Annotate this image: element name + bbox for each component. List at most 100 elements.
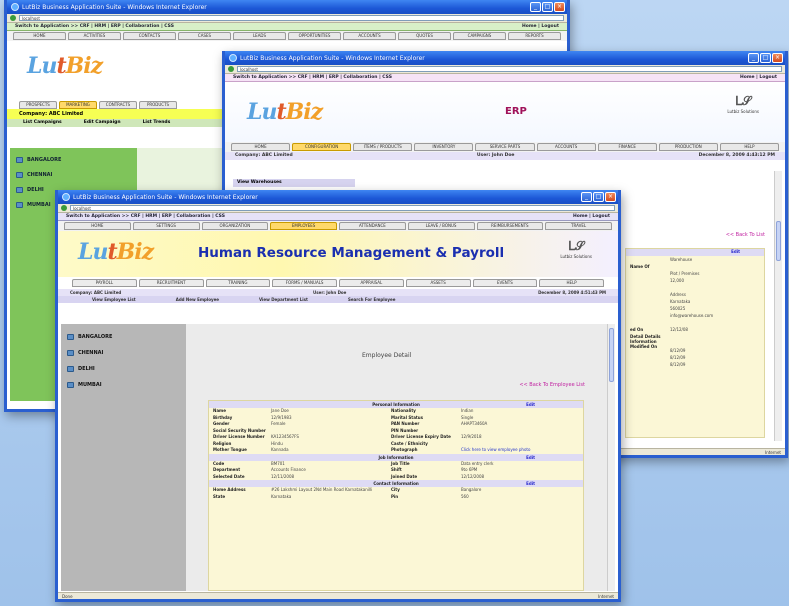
view-department-list-link[interactable]: View Department List xyxy=(259,297,308,302)
crm-tab[interactable]: LEADS xyxy=(233,32,286,40)
hrm-home-logout[interactable]: Home | Logout xyxy=(573,214,610,219)
erp-title-bar[interactable]: LutBiz Business Application Suite - Wind… xyxy=(225,51,785,65)
hrm-scroll-thumb[interactable] xyxy=(609,328,614,382)
erp-url-input[interactable]: localhost xyxy=(237,66,782,72)
back-to-employee-list-link[interactable]: << Back To Employee List xyxy=(519,382,585,388)
hrm-sub-tab[interactable]: EVENTS xyxy=(472,279,538,287)
hrm-scrollbar[interactable] xyxy=(607,324,615,591)
erp-tab[interactable]: PRODUCTION xyxy=(658,143,718,151)
crm-tab[interactable]: CONTACTS xyxy=(123,32,176,40)
edit-job-link[interactable]: Edit xyxy=(526,455,535,460)
minimize-button[interactable]: _ xyxy=(530,2,541,12)
erp-app-switch-bar: Switch to Application >> CRF | HRM | ERP… xyxy=(225,74,785,82)
close-button[interactable]: × xyxy=(554,2,565,12)
hrm-tab[interactable]: TRAVEL xyxy=(545,222,612,230)
search-employee-link[interactable]: Search For Employee xyxy=(348,297,395,302)
crm-subtab-active[interactable]: MARKETING xyxy=(59,101,97,109)
erp-tab[interactable]: ACCOUNTS xyxy=(536,143,596,151)
hrm-sub-tab[interactable]: PAYROLL xyxy=(72,279,137,287)
erp-home-logout[interactable]: Home | Logout xyxy=(740,75,777,80)
back-arrow-icon[interactable] xyxy=(61,205,67,211)
hrm-url-input[interactable]: localhost xyxy=(70,205,615,211)
erp-tab[interactable]: SERVICE PARTS xyxy=(475,143,535,151)
crm-home-logout[interactable]: Home | Logout xyxy=(522,24,559,29)
erp-tab[interactable]: INVENTORY xyxy=(414,143,474,151)
hrm-app-switch[interactable]: Switch to Application >> CRF | HRM | ERP… xyxy=(66,214,225,219)
crm-tab[interactable]: CASES xyxy=(178,32,231,40)
hrm-tab[interactable]: SETTINGS xyxy=(132,222,200,230)
hrm-sub-tab[interactable]: ASSETS xyxy=(405,279,471,287)
hrm-sub-tab[interactable]: TRAINING xyxy=(205,279,271,287)
erp-status-zone: Internet xyxy=(765,449,781,455)
maximize-button[interactable]: □ xyxy=(593,192,604,202)
edit-personal-link[interactable]: Edit xyxy=(526,402,535,407)
erp-back-to-list-link[interactable]: << Back To List xyxy=(726,232,765,238)
erp-side-header[interactable]: View Warehouses xyxy=(233,179,355,187)
crm-url-input[interactable]: localhost xyxy=(19,15,564,21)
crm-tab[interactable]: CAMPAIGNS xyxy=(453,32,506,40)
section-header-personal: Personal Information Edit xyxy=(209,401,583,408)
maximize-button[interactable]: □ xyxy=(542,2,553,12)
hrm-tab-active[interactable]: EMPLOYEES xyxy=(270,222,337,230)
folder-icon xyxy=(67,366,74,372)
ie-icon xyxy=(229,54,237,62)
crm-subtab[interactable]: CONTRACTS xyxy=(99,101,137,109)
corp-logo: ᒪ𝒮 Lutbiz Solutions xyxy=(727,94,759,114)
crm-subtab[interactable]: PRODUCTS xyxy=(139,101,177,109)
list-trends-link[interactable]: List Trends xyxy=(143,120,171,126)
maximize-button[interactable]: □ xyxy=(760,53,771,63)
erp-app-switch[interactable]: Switch to Application >> CRF | HRM | ERP… xyxy=(233,75,392,80)
erp-tab[interactable]: HOME xyxy=(231,143,291,151)
sidebar-item-chennai[interactable]: CHENNAI xyxy=(61,340,186,356)
crm-app-switch[interactable]: Switch to Application >> CRF | HRM | ERP… xyxy=(15,24,174,29)
hrm-title-bar[interactable]: LutBiz Business Application Suite - Wind… xyxy=(58,190,618,204)
hrm-sub-tab[interactable]: FORMS / MANUALS xyxy=(272,279,337,287)
erp-tab[interactable]: HELP xyxy=(719,143,779,151)
list-campaigns-link[interactable]: List Campaigns xyxy=(23,120,62,126)
crm-subtab[interactable]: PROSPECTS xyxy=(19,101,57,109)
hrm-sub-tab[interactable]: APPRAISAL xyxy=(339,279,404,287)
crm-tab[interactable]: ACTIVITIES xyxy=(68,32,121,40)
erp-row: Address xyxy=(670,292,686,297)
add-new-employee-link[interactable]: Add New Employee xyxy=(176,297,219,302)
erp-edit-link[interactable]: Edit xyxy=(626,249,764,256)
crm-tab[interactable]: QUOTES xyxy=(398,32,451,40)
view-photo-link[interactable]: Click here to view employee photo xyxy=(461,447,579,452)
hrm-tab[interactable]: LEAVE / BONUS xyxy=(407,222,475,230)
view-employee-list-link[interactable]: View Employee List xyxy=(92,297,136,302)
erp-company: Company: ABC Limited xyxy=(235,153,293,158)
erp-scroll-thumb[interactable] xyxy=(776,221,781,261)
erp-scrollbar[interactable] xyxy=(774,171,782,441)
hrm-tab[interactable]: REIMBURSEMENTS xyxy=(476,222,544,230)
sidebar-item-mumbai[interactable]: MUMBAI xyxy=(61,372,186,388)
erp-detail-panel: Edit Warehouse Name Of Plot / Premises 1… xyxy=(625,248,765,438)
edit-contact-link[interactable]: Edit xyxy=(526,481,535,486)
close-button[interactable]: × xyxy=(605,192,616,202)
crm-tab[interactable]: HOME xyxy=(13,32,66,40)
hrm-browser-window[interactable]: LutBiz Business Application Suite - Wind… xyxy=(55,190,621,602)
minimize-button[interactable]: _ xyxy=(581,192,592,202)
erp-tab[interactable]: ITEMS / PRODUCTS xyxy=(353,143,413,151)
sidebar-item-delhi[interactable]: DELHI xyxy=(61,356,186,372)
erp-tab-active[interactable]: CONFIGURATION xyxy=(292,143,352,151)
erp-row: 8/12/09 xyxy=(670,355,686,360)
erp-tab[interactable]: FINANCE xyxy=(597,143,657,151)
back-arrow-icon[interactable] xyxy=(228,66,234,72)
back-arrow-icon[interactable] xyxy=(10,15,16,21)
corp-logo: ᒪ𝒮 Lutbiz Solutions xyxy=(560,239,592,259)
hrm-tab[interactable]: HOME xyxy=(64,222,131,230)
sidebar-item-chennai[interactable]: CHENNAI xyxy=(10,163,137,178)
minimize-button[interactable]: _ xyxy=(748,53,759,63)
hrm-tab[interactable]: ATTENDANCE xyxy=(339,222,406,230)
edit-campaign-link[interactable]: Edit Campaign xyxy=(84,120,121,126)
crm-title-bar[interactable]: LutBiz Business Application Suite - Wind… xyxy=(7,0,567,14)
sidebar-item-bangalore[interactable]: BANGALORE xyxy=(61,324,186,340)
crm-tab[interactable]: REPORTS xyxy=(508,32,561,40)
crm-tab[interactable]: ACCOUNTS xyxy=(343,32,396,40)
crm-tab[interactable]: OPPORTUNITIES xyxy=(288,32,341,40)
hrm-sub-tab[interactable]: RECRUITMENT xyxy=(138,279,204,287)
hrm-tab[interactable]: ORGANIZATION xyxy=(201,222,269,230)
hrm-sub-tab[interactable]: HELP xyxy=(539,279,604,287)
close-button[interactable]: × xyxy=(772,53,783,63)
sidebar-item-bangalore[interactable]: BANGALORE xyxy=(10,148,137,163)
